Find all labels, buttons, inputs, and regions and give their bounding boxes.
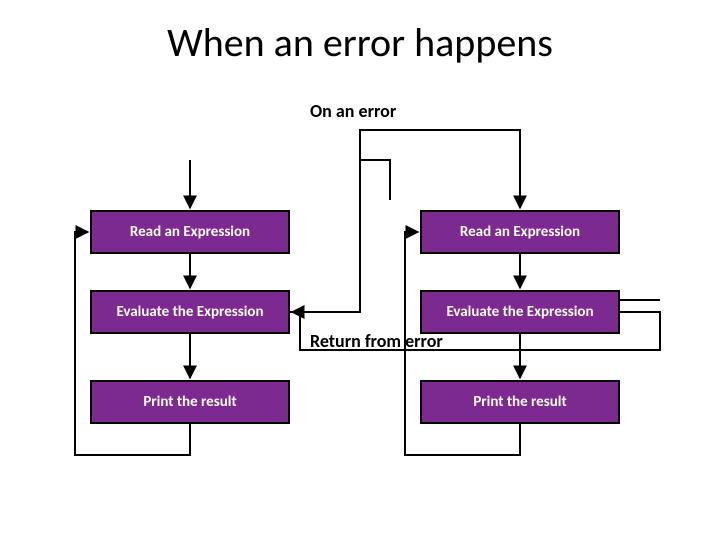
on-error-label: On an error	[310, 100, 396, 122]
right-eval-box: Evaluate the Expression	[420, 290, 620, 334]
left-print-box: Print the result	[90, 380, 290, 424]
left-eval-box: Evaluate the Expression	[90, 290, 290, 334]
right-read-box: Read an Expression	[420, 210, 620, 254]
left-read-box: Read an Expression	[90, 210, 290, 254]
diagram-connectors	[0, 0, 720, 540]
page-title: When an error happens	[0, 18, 720, 67]
right-print-box: Print the result	[420, 380, 620, 424]
